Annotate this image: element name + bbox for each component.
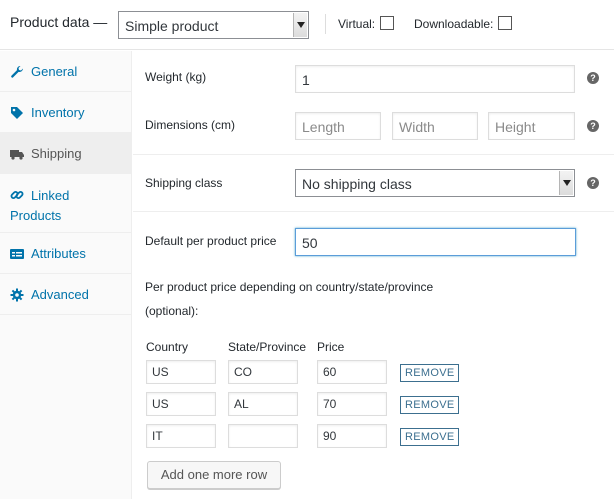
row-state-input[interactable]	[228, 424, 298, 448]
product-data-header: Product data — Simple product Virtual: D…	[0, 0, 614, 50]
tab-general[interactable]: General	[0, 51, 132, 92]
virtual-checkbox[interactable]	[380, 16, 394, 30]
tab-linked-label-line2: Products	[10, 208, 62, 223]
tab-attributes[interactable]: Attributes	[0, 233, 132, 274]
country-price-optional: (optional):	[145, 304, 199, 318]
shipping-class-value: No shipping class	[302, 176, 412, 192]
tab-advanced-label: Advanced	[31, 287, 89, 302]
row-price-input[interactable]: 90	[317, 424, 387, 448]
wrench-icon	[10, 65, 24, 79]
column-header-country: Country	[146, 340, 189, 354]
height-input[interactable]: Height	[488, 112, 575, 140]
length-input[interactable]: Length	[295, 112, 381, 140]
tab-inventory-label: Inventory	[31, 105, 85, 120]
help-icon: ?	[587, 72, 599, 84]
product-data-tabs: General Inventory Shipping Linked Produc…	[0, 51, 132, 499]
product-data-title: Product data —	[10, 14, 108, 30]
row-price-input[interactable]: 60	[317, 360, 387, 384]
row-country-input[interactable]: US	[146, 392, 216, 416]
tab-shipping[interactable]: Shipping	[0, 133, 132, 174]
section-divider	[133, 211, 614, 212]
tab-advanced[interactable]: Advanced	[0, 274, 132, 315]
column-header-price: Price	[317, 340, 345, 354]
chevron-down-icon	[293, 13, 307, 37]
help-icon: ?	[587, 120, 599, 132]
help-icon: ?	[587, 177, 599, 189]
tab-linked-label: Linked	[31, 188, 70, 203]
row-country-input[interactable]: IT	[146, 424, 216, 448]
row-country-input[interactable]: US	[146, 360, 216, 384]
tab-attributes-label: Attributes	[31, 246, 86, 261]
truck-icon	[10, 147, 24, 161]
header-separator	[325, 14, 326, 34]
default-price-label: Default per product price	[145, 234, 277, 248]
product-type-value: Simple product	[125, 18, 219, 34]
list-icon	[10, 247, 24, 261]
remove-row-button[interactable]: REMOVE	[400, 364, 460, 382]
remove-row-button[interactable]: REMOVE	[400, 396, 460, 414]
chevron-down-icon	[559, 171, 573, 195]
shipping-panel: Weight (kg) 1 ? Dimensions (cm) Length W…	[133, 51, 614, 499]
column-header-state: State/Province	[228, 340, 307, 354]
row-state-input[interactable]: AL	[228, 392, 298, 416]
tab-general-label: General	[31, 64, 78, 79]
shipping-class-select[interactable]: No shipping class	[295, 169, 575, 197]
add-row-button[interactable]: Add one more row	[147, 461, 281, 489]
shipping-class-label: Shipping class	[145, 176, 223, 190]
tab-inventory[interactable]: Inventory	[0, 92, 132, 133]
default-price-input[interactable]: 50	[295, 228, 576, 256]
weight-input[interactable]: 1	[295, 65, 575, 93]
weight-label: Weight (kg)	[145, 70, 207, 84]
virtual-label: Virtual:	[338, 17, 376, 31]
tag-icon	[10, 106, 24, 120]
country-price-description: Per product price depending on country/s…	[145, 280, 434, 294]
link-icon	[10, 188, 24, 202]
row-state-input[interactable]: CO	[228, 360, 298, 384]
remove-row-button[interactable]: REMOVE	[400, 428, 460, 446]
gear-icon	[10, 288, 24, 302]
tab-shipping-label: Shipping	[31, 146, 82, 161]
section-divider	[133, 154, 614, 155]
tab-linked-products[interactable]: Linked Products	[0, 174, 132, 233]
dimensions-label: Dimensions (cm)	[145, 118, 236, 132]
downloadable-checkbox[interactable]	[498, 16, 512, 30]
downloadable-label: Downloadable:	[414, 17, 494, 31]
product-type-select[interactable]: Simple product	[118, 11, 309, 39]
width-input[interactable]: Width	[392, 112, 478, 140]
row-price-input[interactable]: 70	[317, 392, 387, 416]
